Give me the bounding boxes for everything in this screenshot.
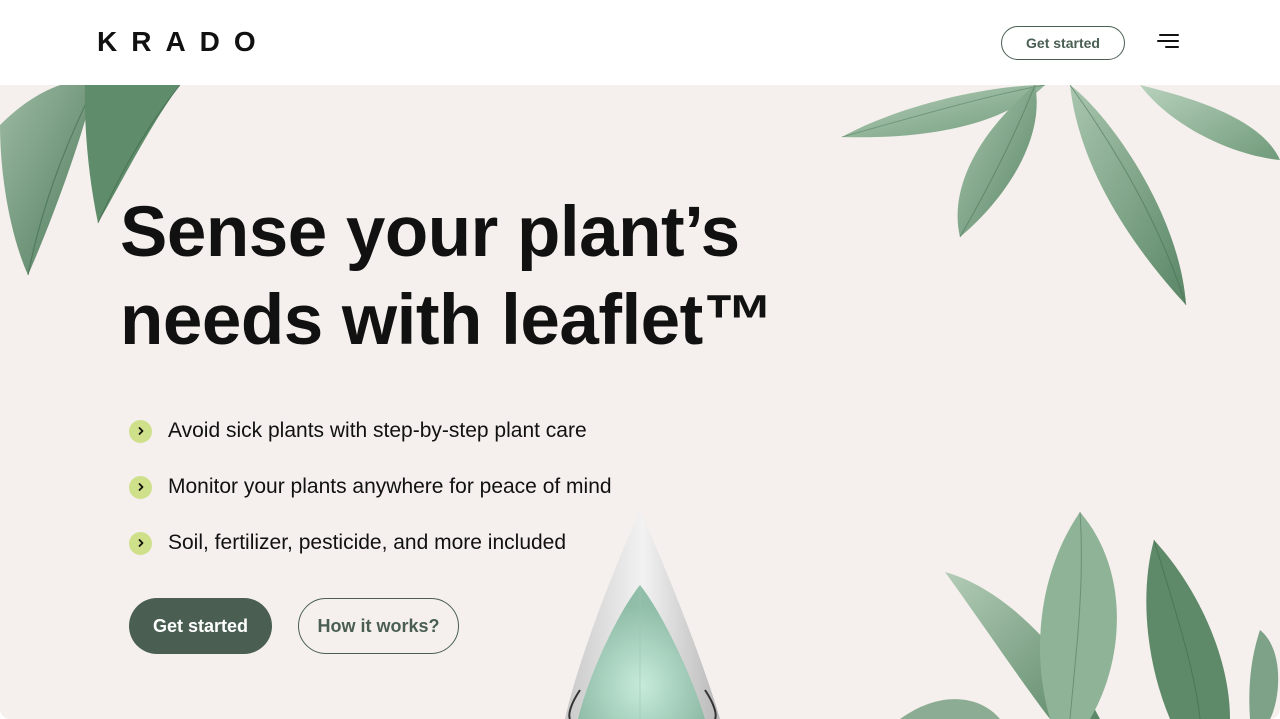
chevron-right-icon <box>129 419 152 443</box>
chevron-right-icon <box>129 531 152 555</box>
feature-item: Monitor your plants anywhere for peace o… <box>129 459 612 515</box>
feature-item: Avoid sick plants with step-by-step plan… <box>129 403 612 459</box>
leaf-illustration-bottom-right <box>900 511 1279 719</box>
feature-text: Monitor your plants anywhere for peace o… <box>168 475 612 498</box>
hero-headline: Sense your plant’s needs with leaflet™ <box>120 189 880 365</box>
leaf-illustration-top-right <box>841 85 1280 306</box>
hero-section: Sense your plant’s needs with leaflet™ A… <box>0 85 1280 719</box>
how-it-works-button[interactable]: How it works? <box>298 598 459 654</box>
feature-item: Soil, fertilizer, pesticide, and more in… <box>129 515 612 571</box>
feature-text: Soil, fertilizer, pesticide, and more in… <box>168 531 567 554</box>
feature-text: Avoid sick plants with step-by-step plan… <box>168 419 587 442</box>
hero-headline-line-1: Sense your plant’s <box>120 193 740 272</box>
site-header: KRADO Get started <box>0 0 1280 85</box>
menu-icon[interactable] <box>1155 30 1179 52</box>
chevron-right-icon <box>129 475 152 499</box>
brand-logo[interactable]: KRADO <box>97 27 270 57</box>
get-started-button[interactable]: Get started <box>129 598 272 654</box>
feature-list: Avoid sick plants with step-by-step plan… <box>129 403 612 571</box>
hero-headline-line-2: needs with leaflet™ <box>120 281 774 360</box>
header-get-started-button[interactable]: Get started <box>1001 26 1125 60</box>
